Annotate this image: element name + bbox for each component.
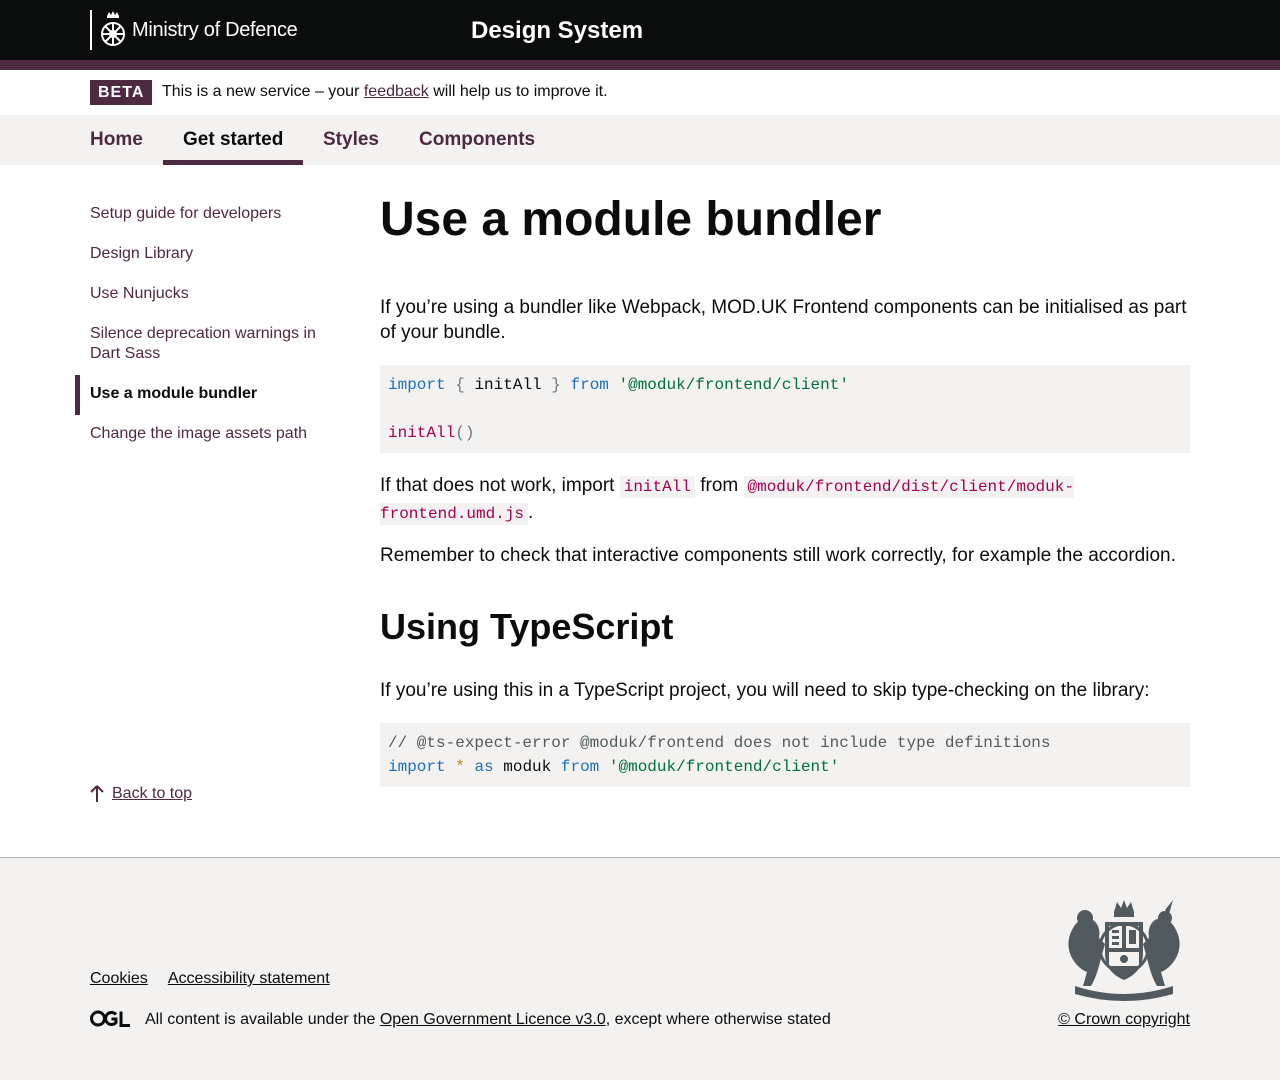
code-token: moduk — [503, 758, 552, 776]
fallback-text: from — [694, 475, 744, 496]
sidebar-item-module-bundler[interactable]: Use a module bundler — [90, 384, 340, 404]
mod-crest-icon — [101, 11, 125, 46]
code-token: from — [570, 376, 609, 394]
mod-logo-link[interactable]: Ministry of Defence — [90, 10, 298, 50]
phase-banner: BETA This is a new service – your feedba… — [0, 70, 1280, 115]
nav-styles[interactable]: Styles — [323, 115, 379, 165]
header-accent-bar — [0, 60, 1280, 70]
code-token: initAll — [388, 424, 456, 442]
code-token: initAll — [474, 376, 542, 394]
site-header: Ministry of Defence Design System — [0, 0, 1280, 60]
code-token: { — [455, 376, 465, 394]
nav-components[interactable]: Components — [419, 115, 535, 165]
footer-links: Cookies Accessibility statement — [90, 970, 330, 988]
nav-active-indicator — [163, 160, 303, 165]
footer-link-cookies[interactable]: Cookies — [90, 970, 148, 988]
site-footer: Cookies Accessibility statement All cont… — [0, 857, 1280, 1080]
licence-link[interactable]: Open Government Licence v3.0 — [380, 1011, 606, 1028]
sidebar-current-marker — [75, 375, 80, 415]
phase-text-before: This is a new service – your — [162, 83, 364, 100]
logo-text: Ministry of Defence — [132, 18, 298, 41]
licence-text-after: , except where otherwise stated — [605, 1011, 831, 1028]
fallback-paragraph: If that does not work, import initAll fr… — [380, 473, 1190, 527]
logo-rule — [90, 10, 92, 50]
code-token: * — [455, 758, 465, 776]
footer-link-accessibility[interactable]: Accessibility statement — [168, 970, 330, 988]
phase-banner-text: This is a new service – your feedback wi… — [162, 82, 608, 102]
feedback-link[interactable]: feedback — [364, 83, 429, 100]
phase-text-after: will help us to improve it. — [428, 83, 608, 100]
code-token: import — [388, 758, 446, 776]
code-token: as — [474, 758, 494, 776]
sidebar-item-use-nunjucks[interactable]: Use Nunjucks — [90, 284, 340, 304]
licence-text-before: All content is available under the — [145, 1011, 380, 1028]
back-to-top-link[interactable]: Back to top — [112, 785, 192, 803]
intro-paragraph: If you’re using a bundler like Webpack, … — [380, 297, 1187, 343]
royal-coat-of-arms-icon — [1068, 900, 1180, 1001]
sidebar-item-image-assets[interactable]: Change the image assets path — [90, 424, 340, 444]
sidebar-item-design-library[interactable]: Design Library — [90, 244, 340, 264]
fallback-text: If that does not work, import — [380, 475, 620, 496]
licence-text: All content is available under the Open … — [145, 1010, 831, 1030]
back-to-top: Back to top — [90, 785, 192, 803]
code-token: '@moduk/frontend/client' — [608, 758, 840, 776]
nav-home[interactable]: Home — [90, 115, 143, 165]
section-heading-typescript: Using TypeScript — [380, 606, 674, 647]
code-block-init: import { initAll } from '@moduk/frontend… — [380, 365, 1190, 453]
code-token: () — [455, 424, 475, 442]
primary-navigation: Home Get started Styles Components — [0, 115, 1280, 165]
fallback-text: . — [528, 502, 534, 523]
nav-get-started[interactable]: Get started — [183, 115, 283, 165]
arrow-up-icon — [90, 785, 104, 802]
page-title: Use a module bundler — [380, 193, 882, 246]
code-token: import — [388, 376, 446, 394]
beta-tag: BETA — [90, 80, 153, 105]
ogl-logo-icon — [90, 1010, 130, 1027]
sidebar-item-setup-guide[interactable]: Setup guide for developers — [90, 204, 340, 224]
code-block-typescript: // @ts-expect-error @moduk/frontend does… — [380, 723, 1190, 787]
code-token: from — [560, 758, 600, 776]
code-token: // @ts-expect-error @moduk/frontend does… — [388, 734, 1051, 752]
remember-paragraph: Remember to check that interactive compo… — [380, 545, 1176, 566]
crown-copyright-link[interactable]: © Crown copyright — [1058, 1010, 1190, 1030]
inline-code-initall: initAll — [619, 476, 695, 498]
sidebar-item-silence-deprecation[interactable]: Silence deprecation warnings in Dart Sas… — [90, 324, 340, 364]
service-name-link[interactable]: Design System — [471, 16, 643, 46]
code-token: '@moduk/frontend/client' — [618, 376, 849, 394]
typescript-paragraph: If you’re using this in a TypeScript pro… — [380, 680, 1150, 701]
code-token: } — [551, 376, 561, 394]
